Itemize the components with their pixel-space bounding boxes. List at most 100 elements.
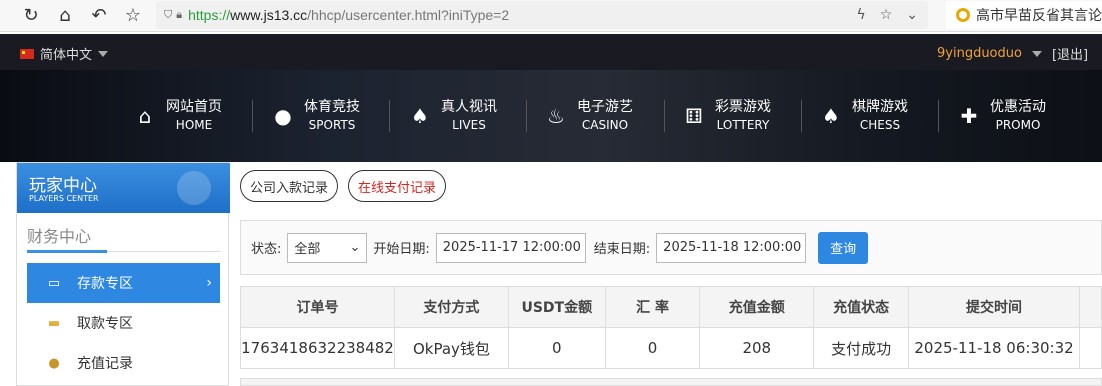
sidebar-item-label: 存款专区 <box>77 276 133 292</box>
records-table: 订单号 支付方式 USDT金额 汇 率 充值金额 充值状态 提交时间 17634… <box>240 286 1102 369</box>
column-header: 充值金额 <box>699 286 815 328</box>
column-header: 提交时间 <box>908 286 1080 328</box>
nav-divider <box>389 100 390 132</box>
logout-link[interactable]: [退出] <box>1052 44 1088 63</box>
status-label: 状态: <box>251 242 282 257</box>
query-button[interactable]: 查询 <box>818 231 869 264</box>
address-bar[interactable]: ⛉ 🔒︎ https://www.js13.cc/hhcp/usercenter.… <box>156 1 928 29</box>
nav-divider <box>664 100 665 132</box>
nav-divider <box>938 100 939 132</box>
nav-lives[interactable]: ♠ 真人视讯 LIVES <box>409 98 497 134</box>
nav-label: 真人视讯 <box>441 99 497 115</box>
basketball-icon: ● <box>274 104 292 128</box>
nav-chess[interactable]: ♠ 棋牌游戏 CHESS <box>820 98 908 134</box>
nav-sublabel: LOTTERY <box>716 118 770 132</box>
nav-sublabel: CASINO <box>581 118 629 132</box>
column-header: 支付方式 <box>393 286 509 328</box>
end-date-input[interactable]: 2025-11-18 12:00:00 <box>656 232 807 263</box>
player-center-sidebar: 玩家中心 PLAYERS CENTER 财务中心 ▭ 存款专区 › ▬ 取款专区… <box>16 162 230 386</box>
nav-casino[interactable]: ♨ 电子游艺 CASINO <box>545 98 633 134</box>
player-center-title: 玩家中心 <box>29 176 97 196</box>
username[interactable]: 9yingduoduo <box>937 46 1022 61</box>
star-icon[interactable]: ☆ <box>880 7 893 23</box>
start-date-label: 开始日期: <box>373 242 430 257</box>
chevron-right-icon: › <box>206 275 212 291</box>
caret-down-icon <box>98 50 109 57</box>
nav-home[interactable]: ⌂ 网站首页 HOME <box>134 98 222 134</box>
submit-time-cell: 2025-11-18 06:30:32 <box>908 327 1080 369</box>
china-flag-icon <box>20 48 34 59</box>
spade-icon: ♠ <box>822 104 840 128</box>
usdt-amount-cell: 0 <box>507 327 606 369</box>
cards-icon: ♠ <box>411 104 429 128</box>
nav-label: 体育竞技 <box>304 99 360 115</box>
nav-label: 彩票游戏 <box>715 99 771 115</box>
recharge-amount-cell: 208 <box>699 327 815 369</box>
nav-divider <box>252 100 253 132</box>
sidebar-item-recharge-history[interactable]: ● 充值记录 <box>27 343 220 383</box>
language-label: 简体中文 <box>40 48 93 63</box>
status-value: 全部 <box>294 242 321 257</box>
end-date-label: 结束日期: <box>593 242 651 257</box>
status-select[interactable]: 全部 ⌄ <box>287 232 368 263</box>
sidebar-item-label: 取款专区 <box>77 316 133 332</box>
start-date-input[interactable]: 2025-11-17 12:00:00 <box>435 232 586 263</box>
nav-sublabel: PROMO <box>995 118 1041 132</box>
cash-icon: ▬ <box>47 315 61 331</box>
tab-company-deposit[interactable]: 公司入款记录 <box>240 170 339 202</box>
player-center-subtitle: PLAYERS CENTER <box>29 194 99 203</box>
sidebar-item-deposit[interactable]: ▭ 存款专区 › <box>27 263 220 303</box>
lightning-icon[interactable]: ϟ <box>856 7 865 23</box>
nav-sublabel: SPORTS <box>308 118 356 132</box>
language-selector[interactable]: 简体中文 <box>20 44 109 63</box>
chevron-down-icon[interactable]: ⌄ <box>906 7 918 23</box>
chevron-down-icon: ⌄ <box>349 240 361 255</box>
browser-tab[interactable]: 高市早苗反省其言论 <box>946 1 1102 29</box>
home-icon: ⌂ <box>138 104 152 128</box>
section-underline <box>27 250 107 253</box>
exchange-rate-cell: 0 <box>604 327 701 369</box>
slot-icon: ♨ <box>547 104 565 128</box>
finance-center-heading: 财务中心 <box>27 227 92 246</box>
column-header: USDT金额 <box>507 286 606 328</box>
column-header: 充值状态 <box>813 286 910 328</box>
moneybag-icon: ● <box>48 355 60 371</box>
nav-label: 棋牌游戏 <box>852 99 908 115</box>
nav-sublabel: HOME <box>175 118 213 132</box>
url-text: https://www.js13.cc/hhcp/usercenter.html… <box>188 7 510 23</box>
browser-toolbar: ↻ ⌂ ↶ ☆ ⛉ 🔒︎ https://www.js13.cc/hhcp/use… <box>0 0 1102 32</box>
table-header-row: 订单号 支付方式 USDT金额 汇 率 充值金额 充值状态 提交时间 <box>240 286 1102 328</box>
shield-icon: ⛉ <box>164 8 173 21</box>
player-center-header: 玩家中心 PLAYERS CENTER <box>17 163 230 213</box>
extra-cell <box>1079 327 1102 369</box>
lock-icon: 🔒︎ <box>176 8 183 21</box>
tab-online-payment[interactable]: 在线支付记录 <box>348 170 447 202</box>
sidebar-item-withdraw[interactable]: ▬ 取款专区 <box>27 303 220 343</box>
nav-sports[interactable]: ● 体育竞技 SPORTS <box>272 98 360 134</box>
bookmark-star-icon[interactable]: ☆ <box>120 2 146 28</box>
sidebar-item-label: 充值记录 <box>77 356 133 372</box>
site-topbar: 简体中文 9yingduoduo [退出] <box>0 34 1102 70</box>
gift-icon: ✚ <box>960 104 978 128</box>
order-number-cell: 1763418632238482 <box>240 327 395 369</box>
table-row: 1763418632238482 OkPay钱包 0 0 208 支付成功 20… <box>240 327 1102 369</box>
table-footer <box>240 378 1102 386</box>
user-caret-icon[interactable] <box>1031 50 1042 57</box>
filter-bar: 状态: 全部 ⌄ 开始日期: 2025-11-17 12:00:00 结束日期:… <box>240 220 1102 275</box>
nav-label: 网站首页 <box>166 99 222 115</box>
nav-lottery[interactable]: ⚅ 彩票游戏 LOTTERY <box>683 98 771 134</box>
recharge-status-cell: 支付成功 <box>813 327 910 369</box>
nav-sublabel: CHESS <box>859 118 901 132</box>
card-icon: ▭ <box>47 275 61 291</box>
nav-divider <box>526 100 527 132</box>
nav-divider <box>801 100 802 132</box>
nav-promo[interactable]: ✚ 优惠活动 PROMO <box>958 98 1046 134</box>
reload-icon[interactable]: ↻ <box>18 2 44 28</box>
home-browser-icon[interactable]: ⌂ <box>52 2 78 28</box>
main-nav: ⌂ 网站首页 HOME ● 体育竞技 SPORTS ♠ 真人视讯 LIVES ♨ 电子… <box>0 70 1102 162</box>
column-header: 订单号 <box>240 286 395 328</box>
nav-label: 电子游艺 <box>577 99 633 115</box>
tab-favicon-icon <box>956 8 970 22</box>
undo-icon[interactable]: ↶ <box>86 2 112 28</box>
nav-label: 优惠活动 <box>990 99 1046 115</box>
